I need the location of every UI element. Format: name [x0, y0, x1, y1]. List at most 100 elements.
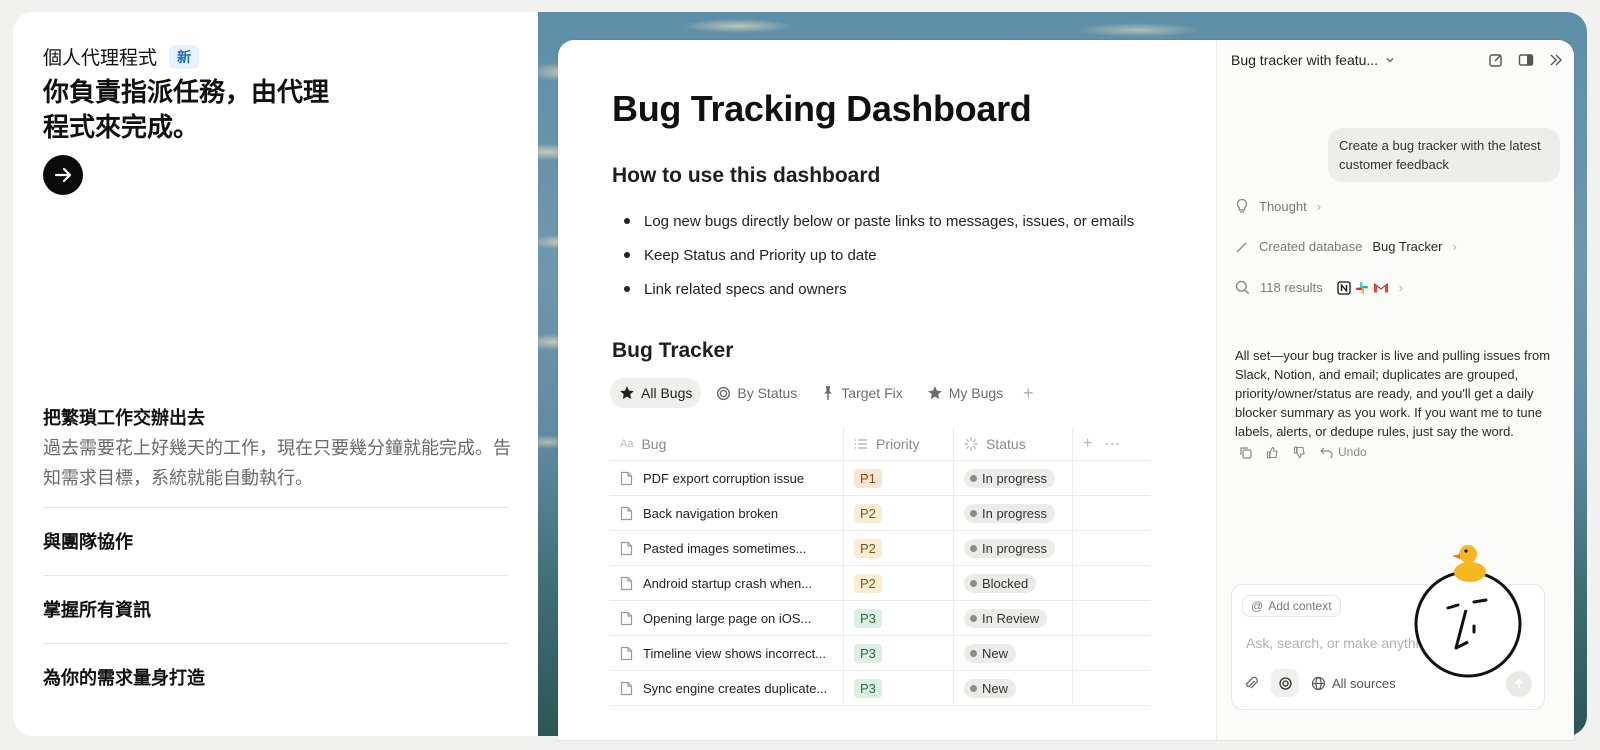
priority-cell[interactable]: P3 [844, 600, 954, 636]
target-icon [717, 386, 731, 400]
priority-cell[interactable]: P1 [844, 460, 954, 496]
empty-cell[interactable] [1073, 636, 1150, 671]
all-sources-button[interactable]: All sources [1311, 676, 1396, 691]
source-icons [1336, 280, 1389, 295]
column-header-bug[interactable]: Aa Bug [610, 426, 844, 461]
more-options-icon[interactable]: ⋯ [1104, 434, 1120, 454]
bug-cell[interactable]: Sync engine creates duplicate... [610, 670, 844, 706]
table-row[interactable]: Back navigation broken P2 In progress [610, 495, 1150, 531]
priority-cell[interactable]: P3 [844, 670, 954, 706]
sidebar-toggle-icon[interactable] [1518, 52, 1534, 68]
tab-my-bugs[interactable]: My Bugs [918, 378, 1012, 408]
empty-cell[interactable] [1073, 566, 1150, 601]
bug-cell[interactable]: Pasted images sometimes... [610, 530, 844, 566]
new-badge: 新 [169, 44, 200, 69]
thumbs-down-icon[interactable] [1293, 445, 1306, 459]
status-cell[interactable]: In progress [954, 495, 1073, 531]
page-icon [620, 471, 633, 485]
list-icon [855, 438, 867, 449]
howto-list: Log new bugs directly below or paste lin… [612, 204, 1134, 306]
new-chat-icon[interactable] [1488, 52, 1504, 68]
tab-all-bugs[interactable]: All Bugs [610, 378, 702, 408]
table-row[interactable]: Pasted images sometimes... P2 In progress [610, 530, 1150, 566]
bug-title: Pasted images sometimes... [643, 540, 807, 556]
slack-icon [1355, 281, 1368, 294]
bug-cell[interactable]: Back navigation broken [610, 495, 844, 531]
pin-icon [824, 386, 833, 400]
chat-title-dropdown[interactable]: Bug tracker with featu... [1231, 52, 1396, 68]
table-row[interactable]: Timeline view shows incorrect... P3 New [610, 635, 1150, 671]
message-actions: Undo [1239, 445, 1367, 459]
add-column-icon[interactable]: + [1083, 435, 1092, 453]
ai-model-button[interactable] [1271, 669, 1299, 697]
undo-button[interactable]: Undo [1320, 445, 1367, 459]
add-context-button[interactable]: @ Add context [1242, 595, 1341, 617]
table-row[interactable]: Sync engine creates duplicate... P3 New [610, 670, 1150, 706]
bug-cell[interactable]: Opening large page on iOS... [610, 600, 844, 636]
feature-row-customize[interactable]: 為你的需求量身打造 [43, 643, 508, 711]
collapse-panel-icon[interactable] [1548, 52, 1564, 68]
feature-row-collaborate[interactable]: 與團隊協作 [43, 507, 508, 575]
column-header-priority[interactable]: Priority [844, 426, 954, 461]
status-cell[interactable]: In progress [954, 530, 1073, 566]
status-badge: In progress [964, 538, 1056, 558]
list-item-text: Link related specs and owners [644, 280, 847, 298]
status-cell[interactable]: In progress [954, 460, 1073, 496]
table-body: PDF export corruption issue P1 In progress… [610, 460, 1150, 706]
thought-step[interactable]: Thought › [1235, 198, 1321, 214]
status-cell[interactable]: In Review [954, 600, 1073, 636]
chat-input[interactable] [1246, 635, 1426, 651]
eyebrow-label: 個人代理程式 [43, 47, 158, 69]
priority-cell[interactable]: P3 [844, 635, 954, 671]
user-message: Create a bug tracker with the latest cus… [1328, 128, 1560, 182]
eyebrow: 個人代理程式 新 [43, 43, 200, 70]
empty-cell[interactable] [1073, 601, 1150, 636]
table-row[interactable]: Opening large page on iOS... P3 In Review [610, 600, 1150, 636]
column-header-status[interactable]: Status [954, 426, 1073, 461]
results-count: 118 results [1260, 280, 1323, 295]
bug-title: PDF export corruption issue [643, 470, 805, 486]
bug-cell[interactable]: PDF export corruption issue [610, 460, 844, 496]
status-dot [970, 474, 977, 482]
empty-cell[interactable] [1073, 496, 1150, 531]
bullet [624, 286, 630, 292]
empty-cell[interactable] [1073, 531, 1150, 566]
tab-target-fix[interactable]: Target Fix [812, 378, 911, 408]
status-cell[interactable]: New [954, 670, 1073, 706]
tracker-heading[interactable]: Bug Tracker [612, 339, 733, 363]
page-title[interactable]: Bug Tracking Dashboard [612, 88, 1032, 130]
feature-title[interactable]: 把繁瑣工作交辦出去 [43, 404, 205, 430]
chevron-right-icon: › [1398, 280, 1403, 295]
attach-icon[interactable] [1244, 676, 1259, 691]
priority-cell[interactable]: P2 [844, 565, 954, 601]
add-view-button[interactable]: + [1018, 383, 1038, 403]
status-cell[interactable]: New [954, 635, 1073, 671]
priority-cell[interactable]: P2 [844, 530, 954, 566]
pencil-icon [1236, 242, 1247, 252]
tab-by-status[interactable]: By Status [707, 378, 806, 408]
copy-icon[interactable] [1239, 446, 1252, 459]
priority-cell[interactable]: P2 [844, 495, 954, 531]
lightbulb-icon [1236, 198, 1248, 213]
get-started-button[interactable] [43, 155, 83, 195]
gmail-icon [1373, 283, 1388, 293]
bug-cell[interactable]: Android startup crash when... [610, 565, 844, 601]
empty-cell[interactable] [1073, 671, 1150, 706]
priority-badge: P2 [854, 573, 882, 593]
status-dot [970, 544, 977, 552]
tab-label: By Status [737, 385, 798, 401]
at-icon: @ [1251, 599, 1264, 613]
search-results-step[interactable]: 118 results › [1235, 280, 1403, 295]
empty-cell[interactable] [1073, 461, 1150, 496]
status-badge: In progress [964, 503, 1056, 523]
created-database-step[interactable]: Created database Bug Tracker › [1235, 239, 1457, 254]
bug-cell[interactable]: Timeline view shows incorrect... [610, 635, 844, 671]
status-dot [970, 684, 977, 692]
status-cell[interactable]: Blocked [954, 565, 1073, 601]
table-row[interactable]: PDF export corruption issue P1 In progress [610, 460, 1150, 496]
feature-row-information[interactable]: 掌握所有資訊 [43, 575, 508, 643]
bug-title: Back navigation broken [643, 505, 779, 521]
table-row[interactable]: Android startup crash when... P2 Blocked [610, 565, 1150, 601]
thumbs-up-icon[interactable] [1266, 446, 1279, 459]
priority-badge: P3 [854, 608, 882, 628]
